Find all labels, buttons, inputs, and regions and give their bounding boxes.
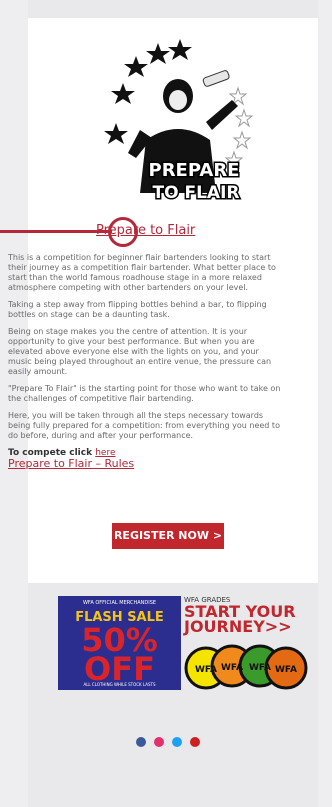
flash-sale-banner[interactable]: WFA OFFICIAL MERCHANDISE FLASH SALE 50% …	[58, 596, 181, 690]
flash-top-text: WFA OFFICIAL MERCHANDISE	[82, 600, 157, 606]
paragraph: Being on stage makes you the centre of a…	[8, 327, 272, 376]
badge-text: WFA	[195, 665, 217, 675]
flash-bottom-text: ALL CLOTHING WHILE STOCK LASTS	[83, 682, 156, 687]
paragraph: This is a competition for beginner flair…	[8, 253, 276, 292]
logo-line2: TO FLAIR	[153, 183, 240, 203]
star-outline-icon	[234, 108, 254, 128]
banner-area: WFA OFFICIAL MERCHANDISE FLASH SALE 50% …	[28, 583, 318, 713]
logo-line1: PREPARE	[149, 160, 240, 181]
star-icon	[124, 56, 148, 77]
bottle-icon	[202, 70, 230, 87]
star-icon	[111, 83, 135, 104]
badge-text: WFA	[221, 663, 243, 673]
article-title-link[interactable]: Prepare to Flair	[96, 223, 195, 238]
rules-link[interactable]: Prepare to Flair – Rules	[8, 458, 284, 469]
badge-text: WFA	[249, 663, 271, 673]
twitter-icon[interactable]	[172, 737, 182, 747]
register-now-button[interactable]: REGISTER NOW >	[112, 523, 224, 549]
badge-text: WFA	[275, 665, 297, 675]
instagram-icon[interactable]	[154, 737, 164, 747]
paragraph: Taking a step away from flipping bottles…	[8, 300, 267, 319]
wfa-grades-banner[interactable]: WFA GRADES START YOUR JOURNEY>> WFA WFA …	[184, 596, 314, 696]
wfa-badges: WFA WFA WFA WFA	[184, 644, 308, 690]
star-icon	[168, 39, 192, 60]
article-body: This is a competition for beginner flair…	[8, 253, 284, 469]
hero-illustration: PREPARE TO FLAIR	[104, 39, 254, 205]
paragraph: Here, you will be taken through all the …	[8, 411, 280, 440]
grades-headline2: JOURNEY>>	[184, 617, 292, 636]
facebook-icon[interactable]	[136, 737, 146, 747]
star-icon	[104, 123, 128, 144]
star-outline-icon	[232, 130, 252, 150]
youtube-icon[interactable]	[190, 737, 200, 747]
star-icon	[146, 43, 170, 64]
paragraph: "Prepare To Flair" is the starting point…	[8, 384, 281, 403]
footer	[28, 713, 318, 807]
flash-off: OFF	[84, 650, 155, 688]
